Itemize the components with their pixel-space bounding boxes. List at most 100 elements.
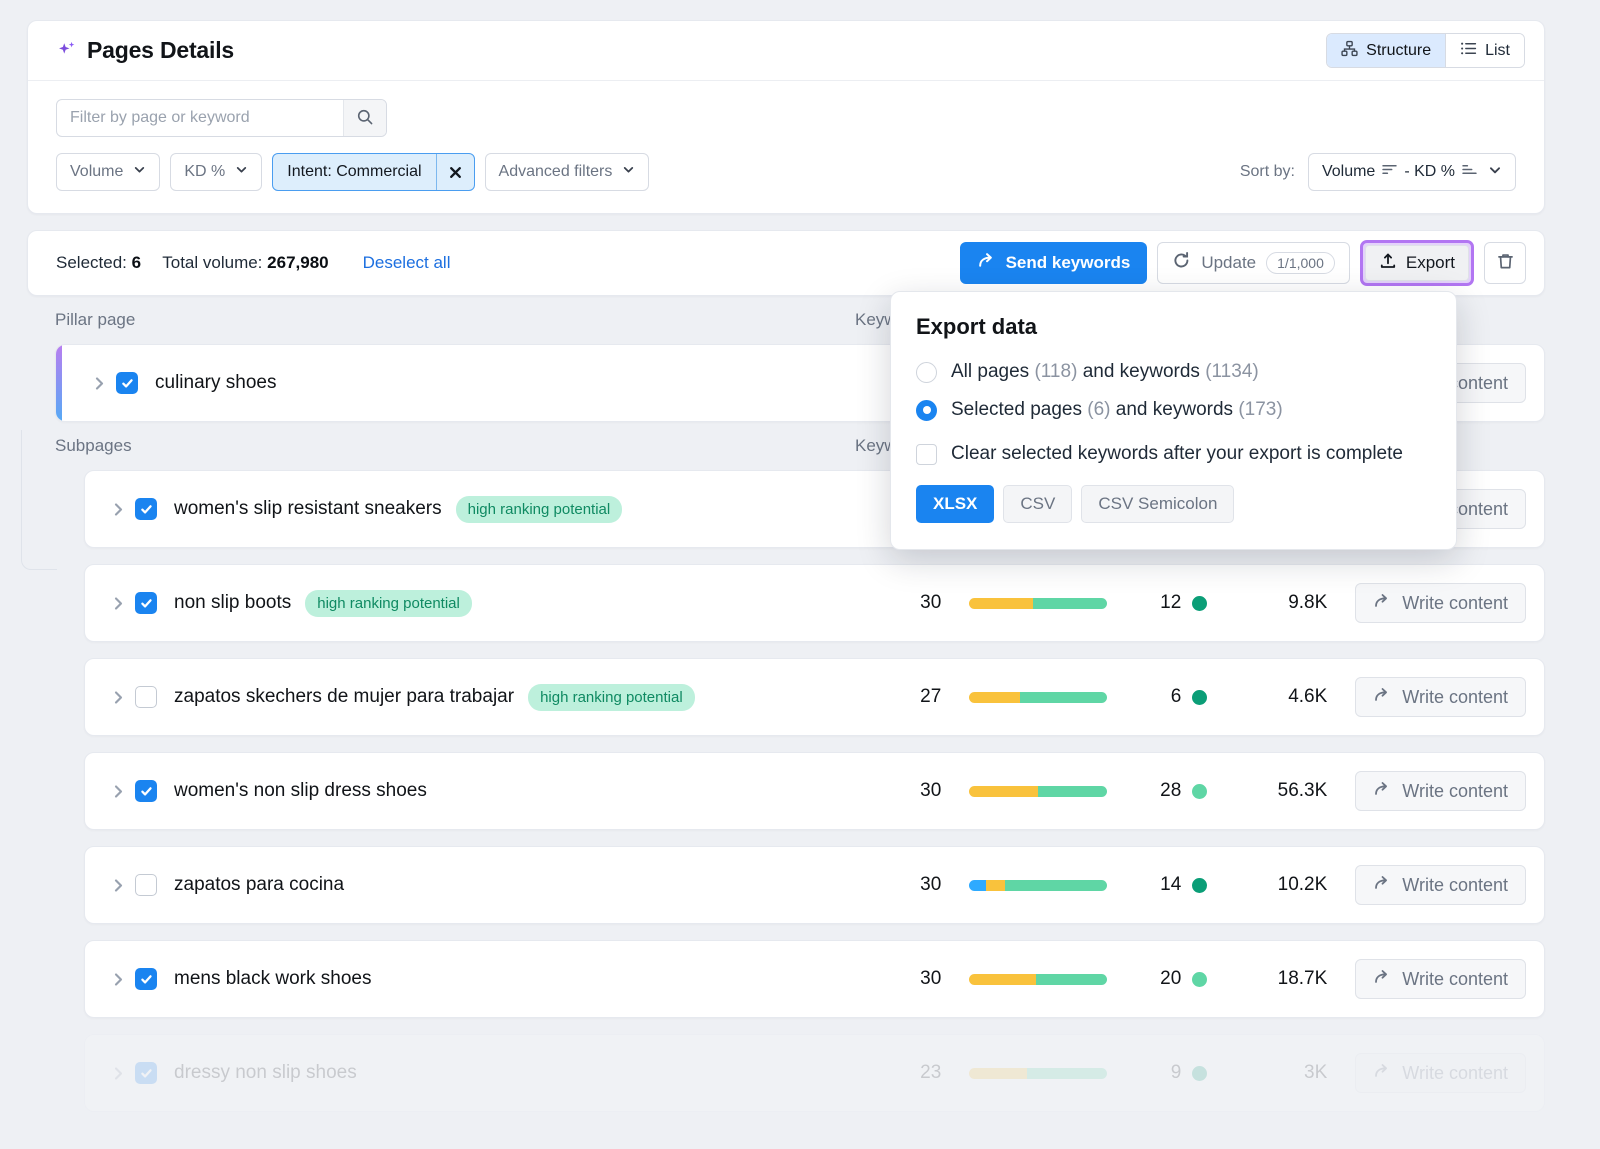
intent-bar-segment xyxy=(969,1068,1027,1079)
table-row[interactable]: mens black work shoes302018.7KWrite cont… xyxy=(84,940,1545,1018)
structure-icon xyxy=(1341,40,1358,62)
title-wrap: Pages Details xyxy=(56,37,234,64)
expand-chevron-icon[interactable] xyxy=(101,690,135,705)
export-button[interactable]: Export xyxy=(1365,245,1469,281)
sort-select[interactable]: Volume - KD % xyxy=(1308,153,1516,191)
radio-icon[interactable] xyxy=(916,400,937,421)
row-position-value: 12 xyxy=(1107,592,1207,614)
table-row[interactable]: zapatos para cocina301410.2KWrite conten… xyxy=(84,846,1545,924)
update-button[interactable]: Update 1/1,000 xyxy=(1157,242,1350,284)
action-bar: Selected: 6 Total volume: 267,980 Desele… xyxy=(27,230,1545,296)
export-option-selected-pages[interactable]: Selected pages (6) and keywords (173) xyxy=(916,399,1431,421)
write-content-button[interactable]: Write content xyxy=(1355,583,1526,623)
export-format-csv-semicolon-button[interactable]: CSV Semicolon xyxy=(1081,485,1234,523)
close-icon[interactable] xyxy=(436,154,474,190)
ranking-potential-badge: high ranking potential xyxy=(456,496,623,523)
intent-bar-segment xyxy=(1027,1068,1107,1079)
sort-wrap: Sort by: Volume - KD % xyxy=(1240,153,1516,191)
row-volume-value: 10.2K xyxy=(1207,874,1327,896)
write-content-button[interactable]: Write content xyxy=(1355,677,1526,717)
write-content-button[interactable]: Write content xyxy=(1355,865,1526,905)
expand-chevron-icon[interactable] xyxy=(101,1066,135,1081)
table-row[interactable]: women's non slip dress shoes302856.3KWri… xyxy=(84,752,1545,830)
row-metrics: 2764.6KWrite content xyxy=(875,677,1526,717)
row-checkbox[interactable] xyxy=(135,686,157,708)
export-format-buttons: XLSXCSVCSV Semicolon xyxy=(916,485,1431,523)
selected-pages-text: Selected pages xyxy=(951,399,1082,420)
row-volume-value: 56.3K xyxy=(1207,780,1327,802)
row-metrics: 302018.7KWrite content xyxy=(875,959,1526,999)
selected-count: 6 xyxy=(132,253,141,272)
row-intent-bar xyxy=(969,786,1107,797)
row-position-value: 28 xyxy=(1107,780,1207,802)
all-pages-mid: and keywords xyxy=(1083,361,1200,382)
row-position-value: 6 xyxy=(1107,686,1207,708)
expand-chevron-icon[interactable] xyxy=(101,596,135,611)
write-content-label: Write content xyxy=(1402,1063,1508,1084)
table-row[interactable]: non slip bootshigh ranking potential3012… xyxy=(84,564,1545,642)
row-checkbox[interactable] xyxy=(135,968,157,990)
expand-chevron-icon[interactable] xyxy=(101,502,135,517)
export-dropdown-title: Export data xyxy=(916,314,1431,340)
row-volume-value: 3K xyxy=(1207,1062,1327,1084)
write-content-button[interactable]: Write content xyxy=(1355,959,1526,999)
table-row[interactable]: dressy non slip shoes2393KWrite content xyxy=(84,1034,1545,1112)
write-content-button[interactable]: Write content xyxy=(1355,1053,1526,1093)
share-arrow-icon xyxy=(1373,780,1391,803)
filters-card: Pages Details Structure xyxy=(27,20,1545,214)
write-content-label: Write content xyxy=(1402,969,1508,990)
selected-label: Selected: xyxy=(56,253,127,272)
share-arrow-icon xyxy=(1373,686,1391,709)
export-option-all-pages[interactable]: All pages (118) and keywords (1134) xyxy=(916,361,1431,383)
row-keyword-label: culinary shoes xyxy=(155,372,276,394)
send-keywords-button[interactable]: Send keywords xyxy=(960,242,1148,284)
table-row[interactable]: zapatos skechers de mujer para trabajarh… xyxy=(84,658,1545,736)
deselect-all-link[interactable]: Deselect all xyxy=(363,253,451,273)
clear-keywords-checkbox-row[interactable]: Clear selected keywords after your expor… xyxy=(916,443,1431,465)
intent-bar-segment xyxy=(1038,786,1107,797)
export-dropdown: Export data All pages (118) and keywords… xyxy=(890,291,1457,550)
filter-intent-label: Intent: Commercial xyxy=(273,154,435,190)
row-keyword-label: zapatos skechers de mujer para trabajar xyxy=(174,686,514,708)
search-input[interactable] xyxy=(57,100,343,136)
row-checkbox[interactable] xyxy=(135,592,157,614)
view-list-button[interactable]: List xyxy=(1445,34,1524,67)
expand-chevron-icon[interactable] xyxy=(101,972,135,987)
expand-chevron-icon[interactable] xyxy=(101,878,135,893)
row-checkbox[interactable] xyxy=(135,780,157,802)
row-checkbox[interactable] xyxy=(135,874,157,896)
filter-volume[interactable]: Volume xyxy=(56,153,160,191)
filter-pills-row: Volume KD % Intent: Commercial xyxy=(56,153,1516,191)
row-keyword-label: zapatos para cocina xyxy=(174,874,344,896)
delete-button[interactable] xyxy=(1484,242,1526,284)
sort-value-volume: Volume xyxy=(1322,163,1375,181)
subpages-list: women's slip resistant sneakershigh rank… xyxy=(27,470,1573,1112)
row-checkbox[interactable] xyxy=(116,372,138,394)
row-keyword-label: non slip boots xyxy=(174,592,291,614)
row-checkbox[interactable] xyxy=(135,1062,157,1084)
export-format-csv-button[interactable]: CSV xyxy=(1003,485,1072,523)
checkbox-icon[interactable] xyxy=(916,444,937,465)
filter-advanced[interactable]: Advanced filters xyxy=(485,153,650,191)
radio-icon[interactable] xyxy=(916,362,937,383)
expand-chevron-icon[interactable] xyxy=(101,784,135,799)
row-volume-value: 18.7K xyxy=(1207,968,1327,990)
filter-intent-chip[interactable]: Intent: Commercial xyxy=(272,153,474,191)
row-metrics: 30 2856.3K Write content xyxy=(875,771,1526,811)
write-content-button[interactable]: Write content xyxy=(1355,771,1526,811)
search-button[interactable] xyxy=(343,100,386,136)
filter-volume-label: Volume xyxy=(70,163,123,181)
expand-chevron-icon[interactable] xyxy=(82,376,116,391)
sort-value-kd: - KD % xyxy=(1404,163,1455,181)
intent-bar-segment xyxy=(969,692,1020,703)
export-format-xlsx-button[interactable]: XLSX xyxy=(916,485,994,523)
view-structure-button[interactable]: Structure xyxy=(1327,34,1445,67)
selected-keywords-count: (173) xyxy=(1238,399,1282,420)
upload-icon xyxy=(1379,252,1397,275)
row-checkbox[interactable] xyxy=(135,498,157,520)
row-keyword-label: mens black work shoes xyxy=(174,968,371,990)
list-icon xyxy=(1460,40,1477,62)
chevron-down-icon xyxy=(1488,163,1502,182)
filter-kd[interactable]: KD % xyxy=(170,153,262,191)
row-kd-value: 30 xyxy=(875,780,941,802)
